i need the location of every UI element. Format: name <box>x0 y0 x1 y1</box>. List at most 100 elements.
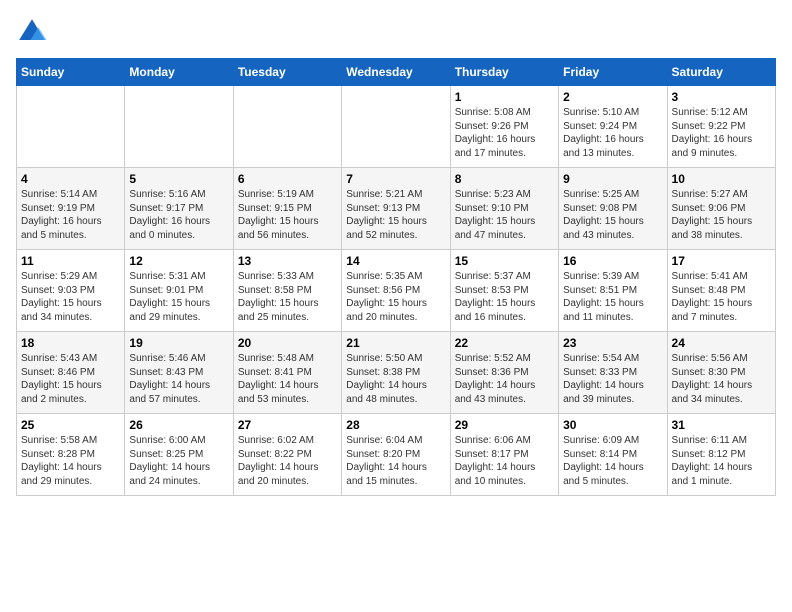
calendar-week-5: 25 Sunrise: 5:58 AM Sunset: 8:28 PM Dayli… <box>17 414 776 496</box>
day-info: Sunrise: 5:25 AM Sunset: 9:08 PM Dayligh… <box>563 188 662 242</box>
calendar-cell: 16 Sunrise: 5:39 AM Sunset: 8:51 PM Dayli… <box>559 250 667 332</box>
day-number: 13 <box>238 254 337 268</box>
weekday-header-wednesday: Wednesday <box>342 59 450 86</box>
day-number: 9 <box>563 172 662 186</box>
day-number: 10 <box>672 172 771 186</box>
day-number: 30 <box>563 418 662 432</box>
calendar-cell: 12 Sunrise: 5:31 AM Sunset: 9:01 PM Dayli… <box>125 250 233 332</box>
day-number: 6 <box>238 172 337 186</box>
weekday-header-monday: Monday <box>125 59 233 86</box>
day-number: 31 <box>672 418 771 432</box>
calendar-cell: 22 Sunrise: 5:52 AM Sunset: 8:36 PM Dayli… <box>450 332 558 414</box>
calendar-cell: 26Sunrise: 6:00 AM Sunset: 8:25 PM Dayli… <box>125 414 233 496</box>
calendar-cell <box>17 86 125 168</box>
calendar-cell: 11 Sunrise: 5:29 AM Sunset: 9:03 PM Dayli… <box>17 250 125 332</box>
calendar-cell <box>125 86 233 168</box>
weekday-header-row: SundayMondayTuesdayWednesdayThursdayFrid… <box>17 59 776 86</box>
calendar-week-2: 4 Sunrise: 5:14 AM Sunset: 9:19 PM Daylig… <box>17 168 776 250</box>
logo-icon <box>16 16 48 48</box>
day-info: Sunrise: 5:08 AM Sunset: 9:26 PM Dayligh… <box>455 106 554 160</box>
day-info: Sunrise: 5:23 AM Sunset: 9:10 PM Dayligh… <box>455 188 554 242</box>
calendar-cell: 7 Sunrise: 5:21 AM Sunset: 9:13 PM Daylig… <box>342 168 450 250</box>
day-number: 12 <box>129 254 228 268</box>
calendar-cell: 17 Sunrise: 5:41 AM Sunset: 8:48 PM Dayli… <box>667 250 775 332</box>
weekday-header-friday: Friday <box>559 59 667 86</box>
day-number: 8 <box>455 172 554 186</box>
calendar-cell: 19Sunrise: 5:46 AM Sunset: 8:43 PM Dayli… <box>125 332 233 414</box>
calendar-cell: 6 Sunrise: 5:19 AM Sunset: 9:15 PM Daylig… <box>233 168 341 250</box>
day-info: Sunrise: 5:12 AM Sunset: 9:22 PM Dayligh… <box>672 106 771 160</box>
calendar-cell: 23Sunrise: 5:54 AM Sunset: 8:33 PM Dayli… <box>559 332 667 414</box>
day-number: 18 <box>21 336 120 350</box>
calendar-cell: 24 Sunrise: 5:56 AM Sunset: 8:30 PM Dayli… <box>667 332 775 414</box>
calendar-week-1: 1 Sunrise: 5:08 AM Sunset: 9:26 PM Daylig… <box>17 86 776 168</box>
day-number: 27 <box>238 418 337 432</box>
calendar-cell: 10Sunrise: 5:27 AM Sunset: 9:06 PM Dayli… <box>667 168 775 250</box>
day-number: 16 <box>563 254 662 268</box>
calendar-cell: 15 Sunrise: 5:37 AM Sunset: 8:53 PM Dayli… <box>450 250 558 332</box>
day-number: 21 <box>346 336 445 350</box>
day-number: 1 <box>455 90 554 104</box>
day-number: 4 <box>21 172 120 186</box>
day-info: Sunrise: 5:56 AM Sunset: 8:30 PM Dayligh… <box>672 352 771 406</box>
day-number: 29 <box>455 418 554 432</box>
calendar-cell: 25 Sunrise: 5:58 AM Sunset: 8:28 PM Dayli… <box>17 414 125 496</box>
day-number: 22 <box>455 336 554 350</box>
calendar-cell: 18 Sunrise: 5:43 AM Sunset: 8:46 PM Dayli… <box>17 332 125 414</box>
day-number: 5 <box>129 172 228 186</box>
day-info: Sunrise: 5:14 AM Sunset: 9:19 PM Dayligh… <box>21 188 120 242</box>
calendar-cell: 13 Sunrise: 5:33 AM Sunset: 8:58 PM Dayli… <box>233 250 341 332</box>
calendar-week-4: 18 Sunrise: 5:43 AM Sunset: 8:46 PM Dayli… <box>17 332 776 414</box>
day-info: Sunrise: 5:37 AM Sunset: 8:53 PM Dayligh… <box>455 270 554 324</box>
day-info: Sunrise: 6:00 AM Sunset: 8:25 PM Dayligh… <box>129 434 228 488</box>
day-info: Sunrise: 6:02 AM Sunset: 8:22 PM Dayligh… <box>238 434 337 488</box>
calendar-cell: 31 Sunrise: 6:11 AM Sunset: 8:12 PM Dayli… <box>667 414 775 496</box>
weekday-header-sunday: Sunday <box>17 59 125 86</box>
day-info: Sunrise: 6:09 AM Sunset: 8:14 PM Dayligh… <box>563 434 662 488</box>
calendar-cell: 5 Sunrise: 5:16 AM Sunset: 9:17 PM Daylig… <box>125 168 233 250</box>
day-info: Sunrise: 5:21 AM Sunset: 9:13 PM Dayligh… <box>346 188 445 242</box>
weekday-header-saturday: Saturday <box>667 59 775 86</box>
calendar-cell: 27 Sunrise: 6:02 AM Sunset: 8:22 PM Dayli… <box>233 414 341 496</box>
day-number: 24 <box>672 336 771 350</box>
day-info: Sunrise: 5:58 AM Sunset: 8:28 PM Dayligh… <box>21 434 120 488</box>
calendar-cell: 3Sunrise: 5:12 AM Sunset: 9:22 PM Daylig… <box>667 86 775 168</box>
day-info: Sunrise: 5:33 AM Sunset: 8:58 PM Dayligh… <box>238 270 337 324</box>
calendar-cell: 30 Sunrise: 6:09 AM Sunset: 8:14 PM Dayli… <box>559 414 667 496</box>
day-info: Sunrise: 5:29 AM Sunset: 9:03 PM Dayligh… <box>21 270 120 324</box>
day-number: 25 <box>21 418 120 432</box>
calendar-table: SundayMondayTuesdayWednesdayThursdayFrid… <box>16 58 776 496</box>
day-number: 14 <box>346 254 445 268</box>
day-info: Sunrise: 5:41 AM Sunset: 8:48 PM Dayligh… <box>672 270 771 324</box>
logo <box>16 16 52 48</box>
calendar-cell <box>233 86 341 168</box>
calendar-cell: 28Sunrise: 6:04 AM Sunset: 8:20 PM Dayli… <box>342 414 450 496</box>
day-number: 15 <box>455 254 554 268</box>
day-number: 19 <box>129 336 228 350</box>
calendar-week-3: 11 Sunrise: 5:29 AM Sunset: 9:03 PM Dayli… <box>17 250 776 332</box>
day-info: Sunrise: 5:10 AM Sunset: 9:24 PM Dayligh… <box>563 106 662 160</box>
day-number: 11 <box>21 254 120 268</box>
day-info: Sunrise: 5:48 AM Sunset: 8:41 PM Dayligh… <box>238 352 337 406</box>
day-info: Sunrise: 5:19 AM Sunset: 9:15 PM Dayligh… <box>238 188 337 242</box>
weekday-header-tuesday: Tuesday <box>233 59 341 86</box>
day-info: Sunrise: 6:06 AM Sunset: 8:17 PM Dayligh… <box>455 434 554 488</box>
calendar-cell: 4 Sunrise: 5:14 AM Sunset: 9:19 PM Daylig… <box>17 168 125 250</box>
calendar-cell: 1 Sunrise: 5:08 AM Sunset: 9:26 PM Daylig… <box>450 86 558 168</box>
day-info: Sunrise: 5:39 AM Sunset: 8:51 PM Dayligh… <box>563 270 662 324</box>
calendar-cell: 9 Sunrise: 5:25 AM Sunset: 9:08 PM Daylig… <box>559 168 667 250</box>
day-info: Sunrise: 5:31 AM Sunset: 9:01 PM Dayligh… <box>129 270 228 324</box>
page-header <box>16 16 776 48</box>
day-number: 7 <box>346 172 445 186</box>
day-number: 17 <box>672 254 771 268</box>
calendar-cell: 8 Sunrise: 5:23 AM Sunset: 9:10 PM Daylig… <box>450 168 558 250</box>
day-info: Sunrise: 5:16 AM Sunset: 9:17 PM Dayligh… <box>129 188 228 242</box>
calendar-cell: 21Sunrise: 5:50 AM Sunset: 8:38 PM Dayli… <box>342 332 450 414</box>
day-info: Sunrise: 5:52 AM Sunset: 8:36 PM Dayligh… <box>455 352 554 406</box>
calendar-cell: 20 Sunrise: 5:48 AM Sunset: 8:41 PM Dayli… <box>233 332 341 414</box>
day-number: 20 <box>238 336 337 350</box>
calendar-cell: 29 Sunrise: 6:06 AM Sunset: 8:17 PM Dayli… <box>450 414 558 496</box>
day-info: Sunrise: 5:43 AM Sunset: 8:46 PM Dayligh… <box>21 352 120 406</box>
day-info: Sunrise: 6:11 AM Sunset: 8:12 PM Dayligh… <box>672 434 771 488</box>
day-info: Sunrise: 6:04 AM Sunset: 8:20 PM Dayligh… <box>346 434 445 488</box>
